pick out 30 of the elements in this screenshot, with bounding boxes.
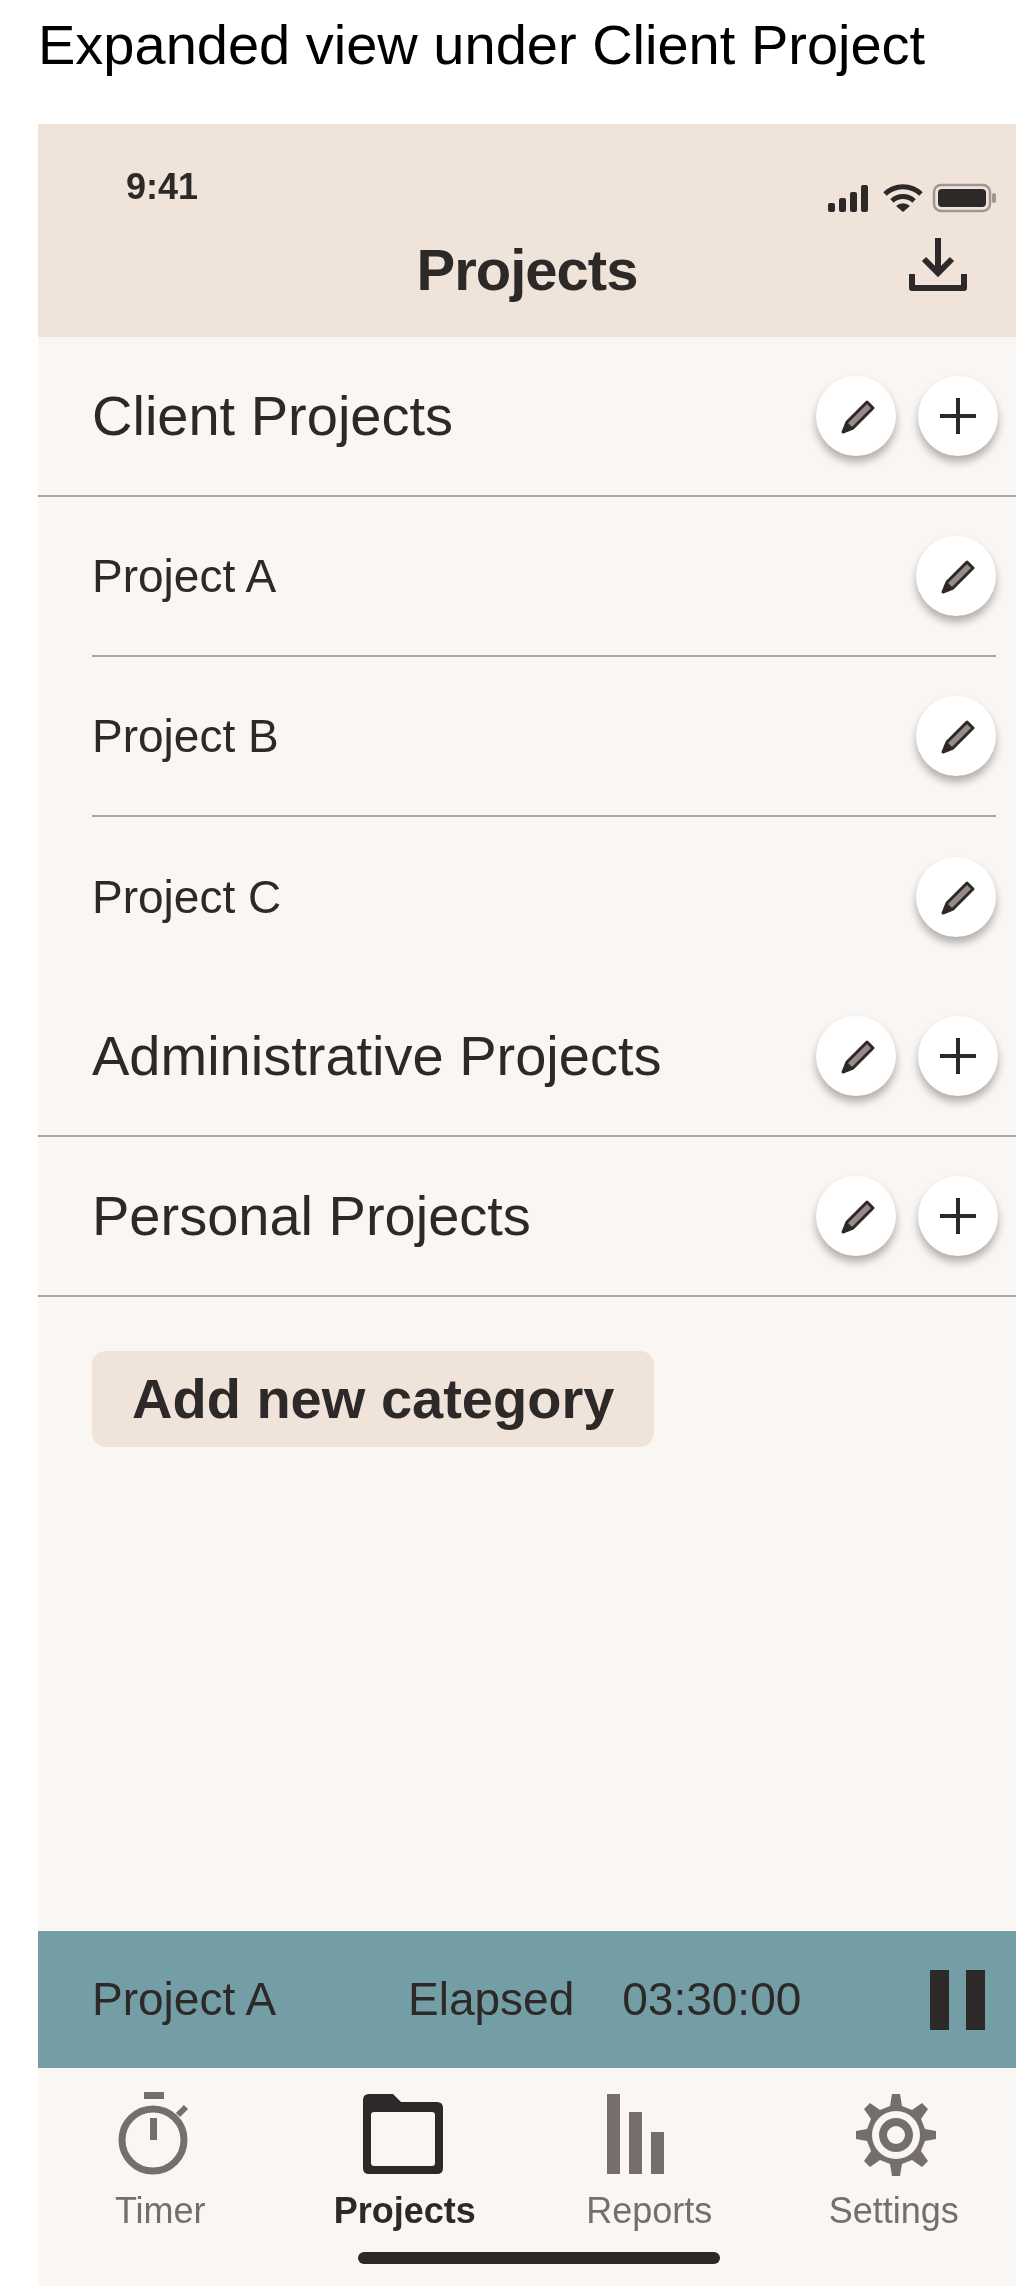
- edit-button[interactable]: [816, 376, 896, 456]
- battery-icon: [932, 182, 998, 214]
- project-name: Project B: [92, 708, 280, 764]
- add-button[interactable]: [918, 1016, 998, 1096]
- elapsed-time: 03:30:00: [622, 1972, 802, 2027]
- add-button[interactable]: [918, 1176, 998, 1256]
- edit-button[interactable]: [816, 1016, 896, 1096]
- category-name: Client Projects: [92, 383, 455, 449]
- running-project: Project A: [92, 1972, 278, 2027]
- tab[interactable]: Settings: [771, 2068, 1016, 2286]
- edit-button[interactable]: [916, 857, 996, 937]
- add-category-button[interactable]: Add new category: [92, 1351, 655, 1447]
- project-name: Project A: [92, 548, 278, 604]
- plus-icon: [938, 1196, 978, 1236]
- edit-button[interactable]: [816, 1176, 896, 1256]
- status-time: 9:41: [126, 165, 199, 209]
- screen-title: Projects: [416, 235, 638, 304]
- tab[interactable]: Timer: [38, 2068, 283, 2286]
- edit-button[interactable]: [916, 696, 996, 776]
- category-name: Administrative Projects: [92, 1023, 663, 1089]
- category-name: Personal Projects: [92, 1183, 532, 1249]
- elapsed-label: Elapsed: [408, 1972, 575, 2027]
- caption: Expanded view under Client Project: [37, 12, 927, 78]
- tab[interactable]: Reports: [527, 2068, 772, 2286]
- add-button[interactable]: [918, 376, 998, 456]
- wifi-icon: [882, 182, 924, 214]
- plus-icon: [938, 396, 978, 436]
- plus-icon: [938, 1036, 978, 1076]
- project-name: Project C: [92, 869, 283, 925]
- edit-button[interactable]: [916, 536, 996, 616]
